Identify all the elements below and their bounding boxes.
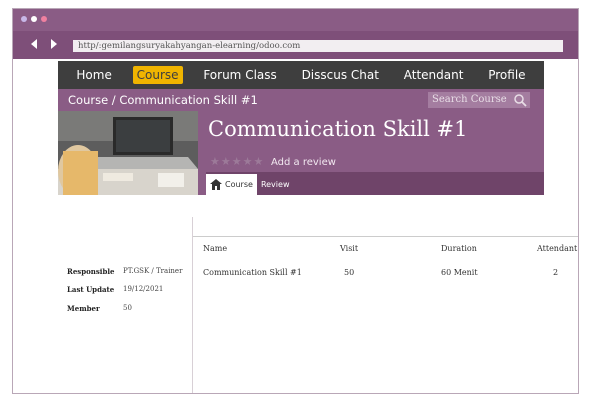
breadcrumb[interactable]: Course / Communication Skill #1 [68, 93, 258, 107]
home-icon [210, 179, 222, 190]
forward-arrow-icon[interactable] [51, 39, 57, 49]
url-field[interactable]: http/:gemilangsuryakahyangan-elearning/o… [73, 40, 563, 52]
window-titlebar [13, 9, 578, 31]
search-icon[interactable] [513, 93, 527, 107]
detail-value: 19/12/2021 [123, 285, 164, 293]
search-input[interactable]: Search Course [428, 92, 530, 108]
detail-label: Last Update [67, 285, 115, 294]
nav-profile[interactable]: Profile [484, 66, 529, 84]
nav-home[interactable]: Home [72, 66, 115, 84]
tab-course-label: Course [225, 180, 253, 189]
cell-duration: 60 Menit [441, 268, 478, 277]
nav-discuss-chat[interactable]: Disscus Chat [298, 66, 383, 84]
detail-label: Responsible [67, 267, 115, 276]
add-review-link[interactable]: Add a review [271, 157, 336, 168]
tab-review-label: Review [260, 180, 290, 189]
search-placeholder: Search Course [432, 94, 507, 105]
course-header: Communication Skill #1 ★★★★★ Add a revie… [58, 111, 544, 195]
rating-stars[interactable]: ★★★★★ [210, 155, 264, 168]
window-dot-1[interactable] [21, 16, 27, 22]
detail-value: PT.GSK / Trainer [123, 267, 183, 275]
course-tabs: Course Review [206, 172, 293, 195]
cell-name[interactable]: Communication Skill #1 [203, 268, 302, 277]
browser-window: http/:gemilangsuryakahyangan-elearning/o… [12, 8, 579, 394]
column-header-name[interactable]: Name [203, 244, 227, 253]
back-arrow-icon[interactable] [31, 39, 37, 49]
detail-row: Member 50 [67, 304, 132, 313]
column-header-visit[interactable]: Visit [340, 244, 358, 253]
tab-review[interactable]: Review [257, 174, 294, 195]
course-cover-image [58, 111, 198, 195]
detail-row: Last Update 19/12/2021 [67, 285, 163, 294]
detail-row: Responsible PT.GSK / Trainer [67, 267, 182, 276]
window-dot-2[interactable] [31, 16, 37, 22]
address-bar: http/:gemilangsuryakahyangan-elearning/o… [13, 31, 578, 59]
top-navigation: Home Course Forum Class Disscus Chat Att… [58, 61, 544, 89]
tab-course[interactable]: Course [206, 174, 257, 195]
nav-forum-class[interactable]: Forum Class [199, 66, 280, 84]
window-dot-3[interactable] [41, 16, 47, 22]
nav-attendant[interactable]: Attendant [400, 66, 468, 84]
page-content: Home Course Forum Class Disscus Chat Att… [13, 59, 578, 393]
detail-label: Member [67, 304, 100, 313]
course-title: Communication Skill #1 [208, 117, 468, 141]
breadcrumb-bar: Course / Communication Skill #1 Search C… [58, 89, 544, 111]
nav-course[interactable]: Course [132, 66, 183, 84]
cell-attendant: 2 [553, 268, 559, 277]
window-controls [21, 16, 47, 22]
table-row[interactable]: Communication Skill #1 50 60 Menit 2 [193, 261, 578, 281]
course-table: Name Visit Duration Attendant Communicat… [193, 236, 578, 281]
table-header: Name Visit Duration Attendant [193, 237, 578, 261]
column-header-duration[interactable]: Duration [441, 244, 477, 253]
course-details-panel: Responsible PT.GSK / Trainer Last Update… [13, 217, 193, 393]
column-header-attendant[interactable]: Attendant [537, 244, 577, 253]
detail-value: 50 [123, 304, 132, 312]
cell-visit: 50 [344, 268, 355, 277]
